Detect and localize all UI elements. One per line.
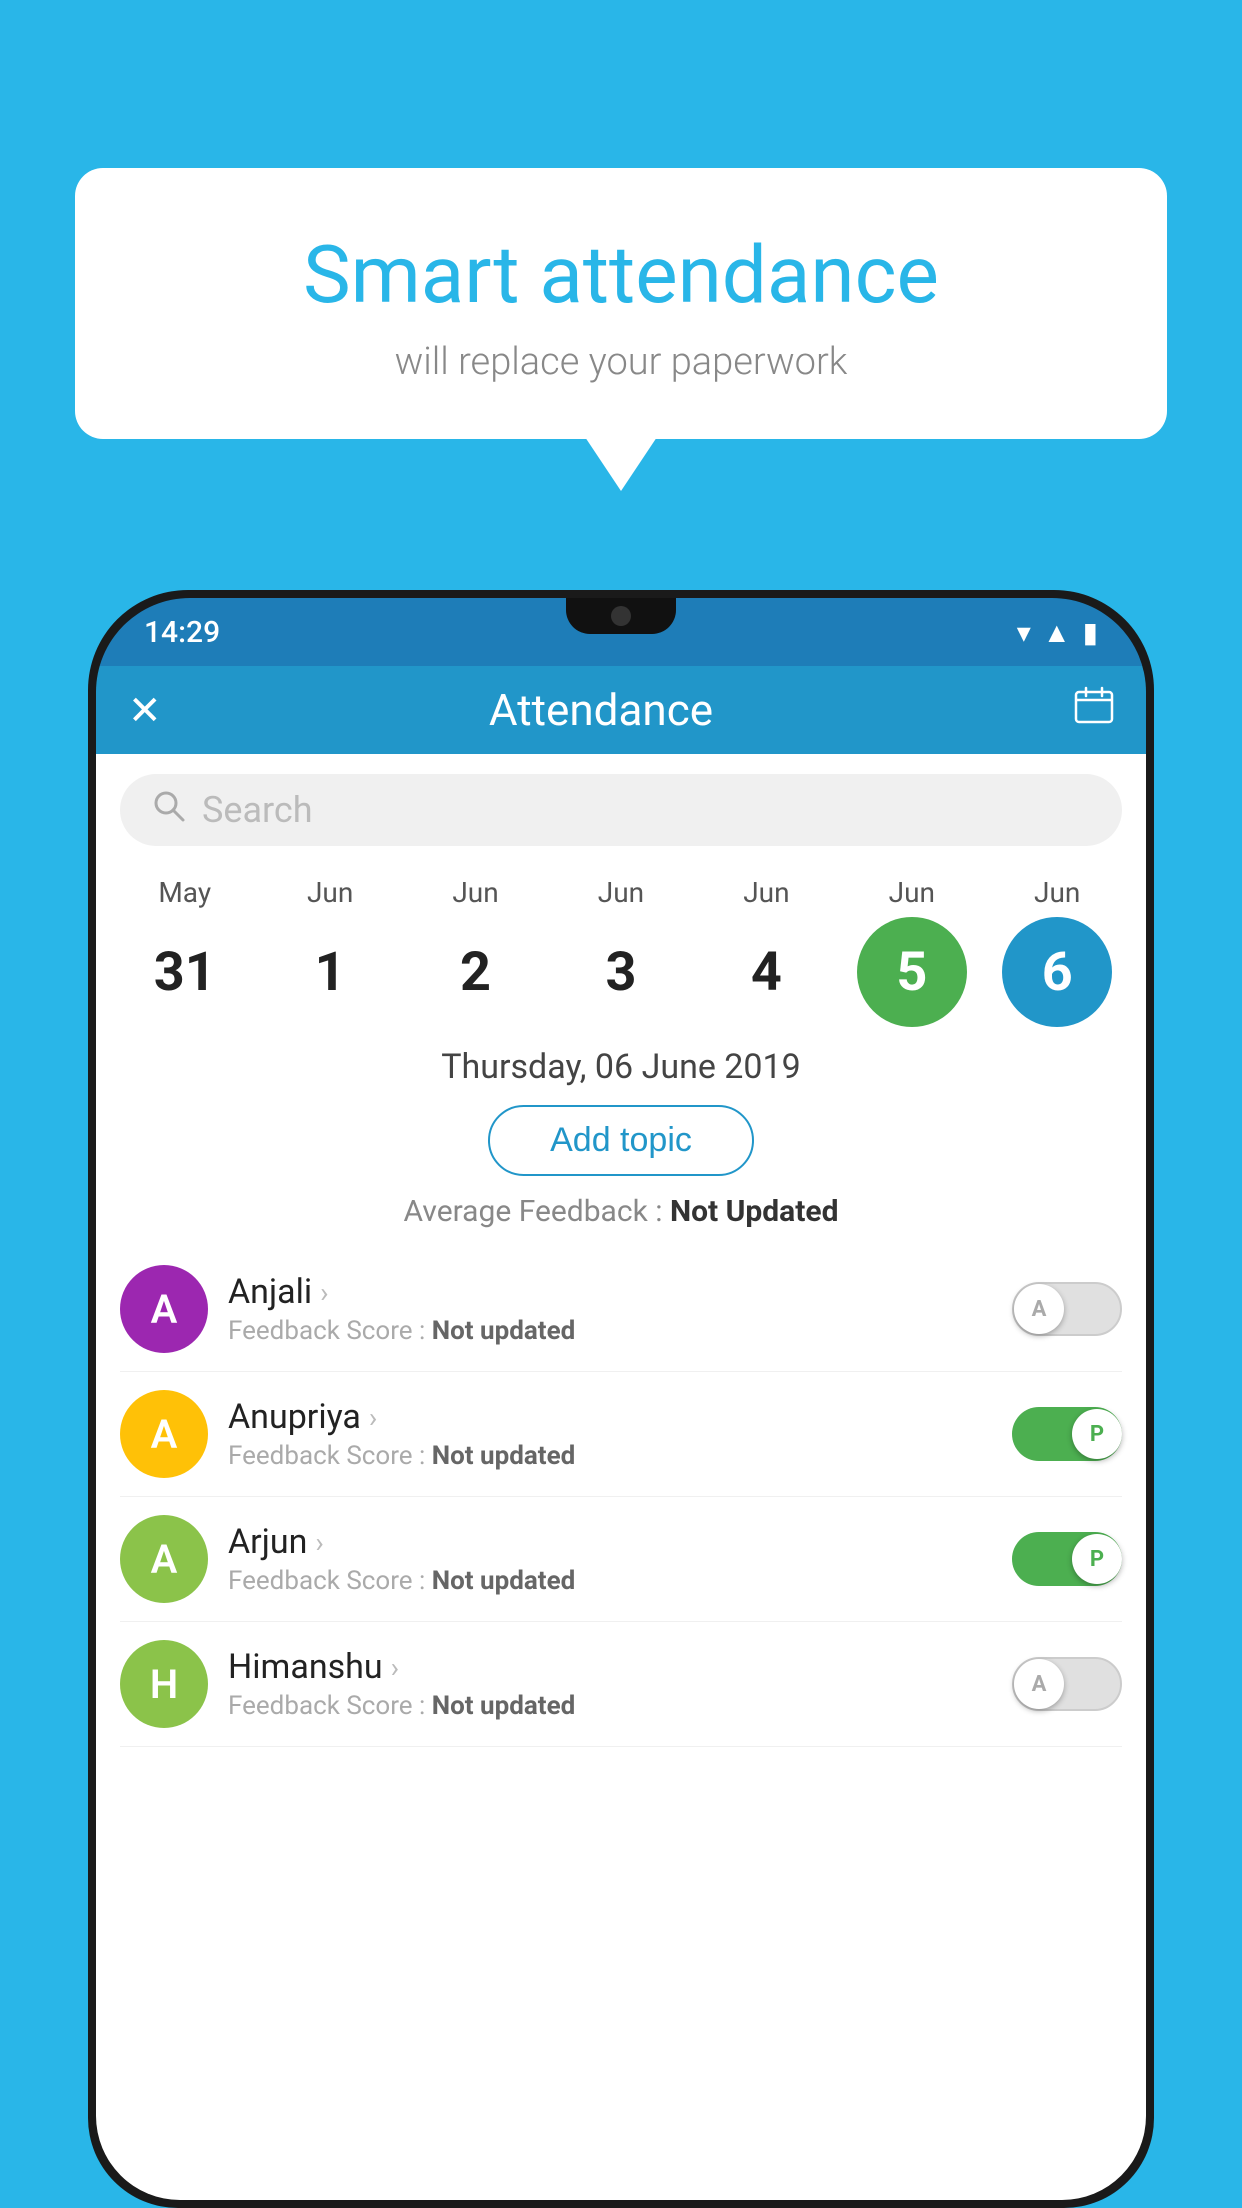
student-item-3[interactable]: H Himanshu › Feedback Score : Not updated A <box>120 1622 1122 1747</box>
student-item-1[interactable]: A Anupriya › Feedback Score : Not updated P <box>120 1372 1122 1497</box>
chevron-icon: › <box>320 1276 328 1309</box>
cal-day-5[interactable]: 5 <box>857 917 967 1027</box>
cal-month-6: Jun <box>987 876 1127 909</box>
student-info-0: Anjali › Feedback Score : Not updated <box>228 1272 992 1346</box>
cal-month-0: May <box>115 876 255 909</box>
student-feedback-0: Feedback Score : Not updated <box>228 1316 992 1346</box>
student-name-3: Himanshu › <box>228 1647 992 1687</box>
add-topic-button[interactable]: Add topic <box>488 1105 754 1176</box>
student-item-0[interactable]: A Anjali › Feedback Score : Not updated A <box>120 1247 1122 1372</box>
search-bar[interactable]: Search <box>120 774 1122 846</box>
cal-day-0[interactable]: 31 <box>130 917 240 1027</box>
status-icons: ▾ ▲ ▮ <box>1017 616 1098 649</box>
notch <box>566 598 676 634</box>
attendance-toggle-2[interactable]: P <box>1012 1532 1122 1586</box>
status-time: 14:29 <box>144 615 220 650</box>
signal-icon: ▲ <box>1043 616 1071 649</box>
attendance-toggle-3[interactable]: A <box>1012 1657 1122 1711</box>
cal-month-3: Jun <box>551 876 691 909</box>
status-bar: 14:29 ▾ ▲ ▮ <box>96 598 1146 666</box>
cal-month-4: Jun <box>696 876 836 909</box>
wifi-icon: ▾ <box>1017 616 1031 649</box>
cal-month-1: Jun <box>260 876 400 909</box>
chevron-icon: › <box>315 1526 323 1559</box>
chevron-icon: › <box>391 1651 399 1684</box>
speech-bubble: Smart attendance will replace your paper… <box>75 168 1167 439</box>
calendar-row: May 31 Jun 1 Jun 2 Jun 3 Jun 4 Jun 5 Jun 6 <box>96 856 1146 1027</box>
screen-content: Search May 31 Jun 1 Jun 2 Jun 3 Jun 4 Jun 5 Jun 6 Thu… <box>96 754 1146 2200</box>
student-name-2: Arjun › <box>228 1522 992 1562</box>
calendar-months: May 31 Jun 1 Jun 2 Jun 3 Jun 4 Jun 5 Jun 6 <box>96 876 1146 1027</box>
selected-date: Thursday, 06 June 2019 <box>96 1047 1146 1087</box>
search-placeholder: Search <box>202 789 313 831</box>
student-feedback-1: Feedback Score : Not updated <box>228 1441 992 1471</box>
student-avatar-3: H <box>120 1640 208 1728</box>
app-header: ✕ Attendance <box>96 666 1146 754</box>
toggle-knob-1: P <box>1072 1409 1122 1459</box>
cal-day-3[interactable]: 3 <box>566 917 676 1027</box>
calendar-icon[interactable] <box>1074 686 1114 735</box>
battery-icon: ▮ <box>1083 616 1098 649</box>
student-avatar-1: A <box>120 1390 208 1478</box>
calendar-col-3[interactable]: Jun 3 <box>551 876 691 1027</box>
cal-day-4[interactable]: 4 <box>711 917 821 1027</box>
calendar-col-6[interactable]: Jun 6 <box>987 876 1127 1027</box>
phone-screen: 14:29 ▾ ▲ ▮ ✕ Attendance <box>96 598 1146 2200</box>
attendance-toggle-0[interactable]: A <box>1012 1282 1122 1336</box>
bubble-title: Smart attendance <box>135 228 1107 322</box>
student-avatar-0: A <box>120 1265 208 1353</box>
student-item-2[interactable]: A Arjun › Feedback Score : Not updated P <box>120 1497 1122 1622</box>
student-feedback-2: Feedback Score : Not updated <box>228 1566 992 1596</box>
calendar-col-2[interactable]: Jun 2 <box>406 876 546 1027</box>
student-info-2: Arjun › Feedback Score : Not updated <box>228 1522 992 1596</box>
cal-day-1[interactable]: 1 <box>275 917 385 1027</box>
student-info-3: Himanshu › Feedback Score : Not updated <box>228 1647 992 1721</box>
avg-feedback-value: Not Updated <box>670 1194 839 1229</box>
attendance-toggle-1[interactable]: P <box>1012 1407 1122 1461</box>
chevron-icon: › <box>369 1401 377 1434</box>
toggle-knob-2: P <box>1072 1534 1122 1584</box>
student-name-0: Anjali › <box>228 1272 992 1312</box>
toggle-knob-0: A <box>1014 1284 1064 1334</box>
phone-frame: 14:29 ▾ ▲ ▮ ✕ Attendance <box>88 590 1154 2208</box>
student-feedback-3: Feedback Score : Not updated <box>228 1691 992 1721</box>
cal-day-6[interactable]: 6 <box>1002 917 1112 1027</box>
calendar-col-4[interactable]: Jun 4 <box>696 876 836 1027</box>
cal-month-5: Jun <box>842 876 982 909</box>
calendar-col-1[interactable]: Jun 1 <box>260 876 400 1027</box>
cal-month-2: Jun <box>406 876 546 909</box>
student-list: AAnjali ›Feedback Score : Not updatedAAA… <box>96 1247 1146 1747</box>
student-info-1: Anupriya › Feedback Score : Not updated <box>228 1397 992 1471</box>
toggle-knob-3: A <box>1014 1659 1064 1709</box>
calendar-col-0[interactable]: May 31 <box>115 876 255 1027</box>
avg-feedback-label: Average Feedback : <box>404 1194 670 1229</box>
cal-day-2[interactable]: 2 <box>421 917 531 1027</box>
student-name-1: Anupriya › <box>228 1397 992 1437</box>
search-icon <box>152 789 186 832</box>
camera <box>611 606 631 626</box>
calendar-col-5[interactable]: Jun 5 <box>842 876 982 1027</box>
avg-feedback: Average Feedback : Not Updated <box>96 1194 1146 1229</box>
header-title: Attendance <box>128 684 1074 736</box>
bubble-subtitle: will replace your paperwork <box>135 340 1107 384</box>
student-avatar-2: A <box>120 1515 208 1603</box>
